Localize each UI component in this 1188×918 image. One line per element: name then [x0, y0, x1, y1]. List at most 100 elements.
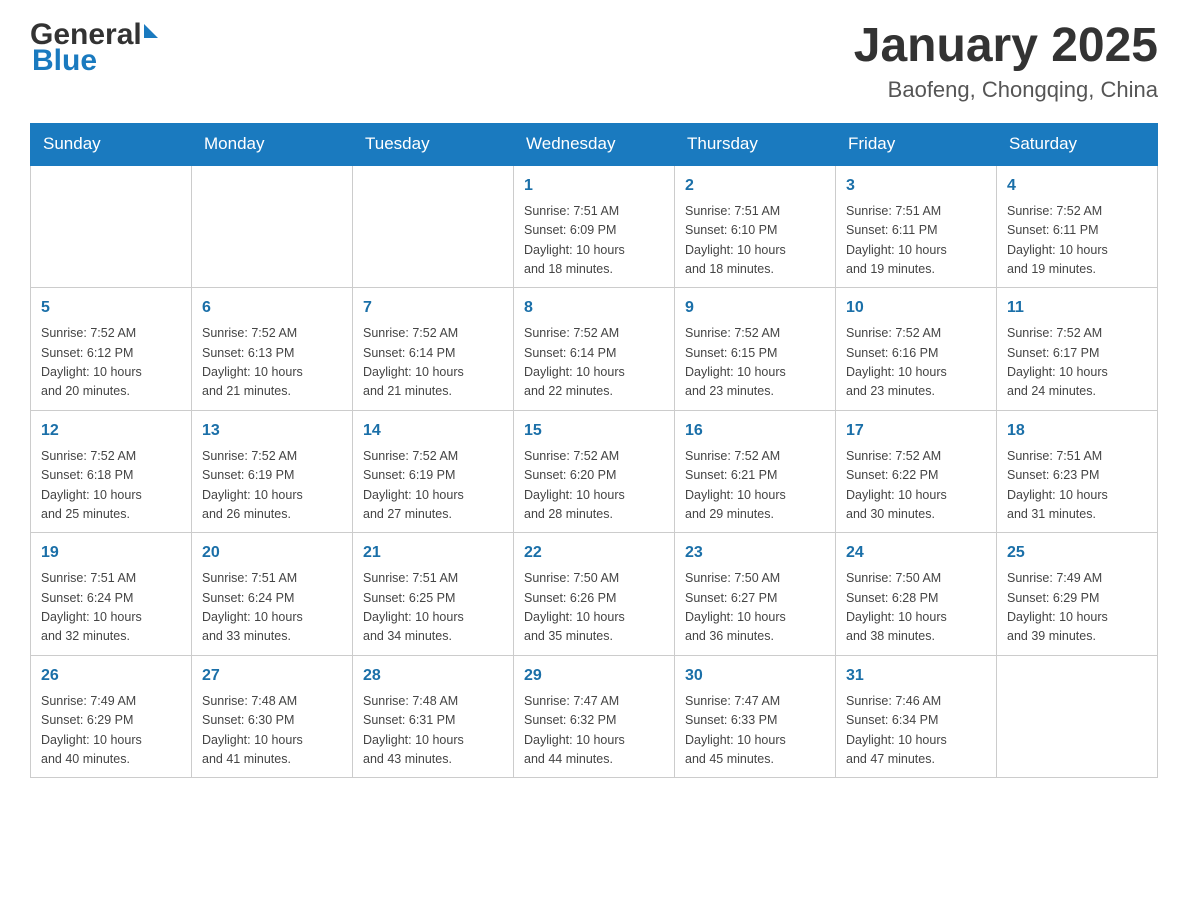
day-number: 7 — [363, 296, 503, 320]
day-sun-info: Sunrise: 7:47 AM Sunset: 6:32 PM Dayligh… — [524, 692, 664, 770]
day-number: 12 — [41, 419, 181, 443]
day-number: 15 — [524, 419, 664, 443]
day-number: 25 — [1007, 541, 1147, 565]
calendar-day-cell: 4 Sunrise: 7:52 AM Sunset: 6:11 PM Daylig… — [997, 165, 1158, 288]
day-number: 8 — [524, 296, 664, 320]
calendar-day-cell: 11 Sunrise: 7:52 AM Sunset: 6:17 PM Dayli… — [997, 288, 1158, 411]
calendar-day-cell: 18Sunrise: 7:51 AM Sunset: 6:23 PM Dayli… — [997, 410, 1158, 533]
calendar-day-cell: 5Sunrise: 7:52 AM Sunset: 6:12 PM Daylig… — [31, 288, 192, 411]
day-sun-info: Sunrise: 7:52 AM Sunset: 6:21 PM Dayligh… — [685, 447, 825, 525]
day-of-week-header: Tuesday — [353, 123, 514, 165]
calendar-day-cell: 9 Sunrise: 7:52 AM Sunset: 6:15 PM Daylig… — [675, 288, 836, 411]
day-number: 19 — [41, 541, 181, 565]
calendar-day-cell: 2Sunrise: 7:51 AM Sunset: 6:10 PM Daylig… — [675, 165, 836, 288]
day-sun-info: Sunrise: 7:52 AM Sunset: 6:14 PM Dayligh… — [363, 324, 503, 402]
day-number: 11 — [1007, 296, 1147, 320]
logo-arrow-icon — [144, 24, 158, 38]
day-number: 31 — [846, 664, 986, 688]
day-number: 30 — [685, 664, 825, 688]
day-sun-info: Sunrise: 7:52 AM Sunset: 6:19 PM Dayligh… — [363, 447, 503, 525]
calendar-day-cell — [353, 165, 514, 288]
day-number: 21 — [363, 541, 503, 565]
calendar-week-row: 19 Sunrise: 7:51 AM Sunset: 6:24 PM Dayli… — [31, 533, 1158, 656]
day-number: 18 — [1007, 419, 1147, 443]
day-number: 10 — [846, 296, 986, 320]
calendar-day-cell: 19Sunrise: 7:51 AM Sunset: 6:24 PM Dayli… — [31, 533, 192, 656]
day-sun-info: Sunrise: 7:52 AM Sunset: 6:12 PM Dayligh… — [41, 324, 181, 402]
day-sun-info: Sunrise: 7:48 AM Sunset: 6:30 PM Dayligh… — [202, 692, 342, 770]
calendar-day-cell: 31 Sunrise: 7:46 AM Sunset: 6:34 PM Dayli… — [836, 655, 997, 778]
calendar-day-cell: 7 Sunrise: 7:52 AM Sunset: 6:14 PM Daylig… — [353, 288, 514, 411]
calendar-day-cell: 29 Sunrise: 7:47 AM Sunset: 6:32 PM Dayli… — [514, 655, 675, 778]
day-sun-info: Sunrise: 7:49 AM Sunset: 6:29 PM Dayligh… — [1007, 569, 1147, 647]
day-number: 13 — [202, 419, 342, 443]
day-number: 9 — [685, 296, 825, 320]
day-number: 1 — [524, 174, 664, 198]
day-sun-info: Sunrise: 7:47 AM Sunset: 6:33 PM Dayligh… — [685, 692, 825, 770]
day-of-week-header: Wednesday — [514, 123, 675, 165]
day-number: 20 — [202, 541, 342, 565]
day-number: 17 — [846, 419, 986, 443]
day-number: 24 — [846, 541, 986, 565]
day-sun-info: Sunrise: 7:52 AM Sunset: 6:20 PM Dayligh… — [524, 447, 664, 525]
calendar-day-cell: 10Sunrise: 7:52 AM Sunset: 6:16 PM Dayli… — [836, 288, 997, 411]
day-sun-info: Sunrise: 7:52 AM Sunset: 6:11 PM Dayligh… — [1007, 202, 1147, 280]
day-of-week-header: Thursday — [675, 123, 836, 165]
day-sun-info: Sunrise: 7:52 AM Sunset: 6:15 PM Dayligh… — [685, 324, 825, 402]
calendar-day-cell: 15 Sunrise: 7:52 AM Sunset: 6:20 PM Dayli… — [514, 410, 675, 533]
calendar-day-cell: 24Sunrise: 7:50 AM Sunset: 6:28 PM Dayli… — [836, 533, 997, 656]
day-sun-info: Sunrise: 7:51 AM Sunset: 6:10 PM Dayligh… — [685, 202, 825, 280]
day-sun-info: Sunrise: 7:52 AM Sunset: 6:14 PM Dayligh… — [524, 324, 664, 402]
title-block: January 2025 Baofeng, Chongqing, China — [854, 20, 1158, 103]
calendar-day-cell: 13Sunrise: 7:52 AM Sunset: 6:19 PM Dayli… — [192, 410, 353, 533]
page-header: General Blue January 2025 Baofeng, Chong… — [30, 20, 1158, 103]
day-sun-info: Sunrise: 7:46 AM Sunset: 6:34 PM Dayligh… — [846, 692, 986, 770]
day-number: 16 — [685, 419, 825, 443]
calendar-day-cell — [997, 655, 1158, 778]
day-number: 29 — [524, 664, 664, 688]
calendar-day-cell: 27 Sunrise: 7:48 AM Sunset: 6:30 PM Dayli… — [192, 655, 353, 778]
day-of-week-header: Saturday — [997, 123, 1158, 165]
calendar-week-row: 12 Sunrise: 7:52 AM Sunset: 6:18 PM Dayli… — [31, 410, 1158, 533]
day-number: 26 — [41, 664, 181, 688]
calendar-day-cell: 6Sunrise: 7:52 AM Sunset: 6:13 PM Daylig… — [192, 288, 353, 411]
calendar-week-row: 5Sunrise: 7:52 AM Sunset: 6:12 PM Daylig… — [31, 288, 1158, 411]
calendar-week-row: 1Sunrise: 7:51 AM Sunset: 6:09 PM Daylig… — [31, 165, 1158, 288]
calendar-day-cell: 28Sunrise: 7:48 AM Sunset: 6:31 PM Dayli… — [353, 655, 514, 778]
day-sun-info: Sunrise: 7:51 AM Sunset: 6:24 PM Dayligh… — [202, 569, 342, 647]
calendar-day-cell: 26 Sunrise: 7:49 AM Sunset: 6:29 PM Dayli… — [31, 655, 192, 778]
calendar-day-cell — [192, 165, 353, 288]
logo-blue-text: Blue — [32, 46, 97, 76]
calendar-week-row: 26 Sunrise: 7:49 AM Sunset: 6:29 PM Dayli… — [31, 655, 1158, 778]
day-number: 22 — [524, 541, 664, 565]
day-of-week-header: Monday — [192, 123, 353, 165]
day-sun-info: Sunrise: 7:52 AM Sunset: 6:17 PM Dayligh… — [1007, 324, 1147, 402]
calendar-day-cell: 12 Sunrise: 7:52 AM Sunset: 6:18 PM Dayli… — [31, 410, 192, 533]
logo: General Blue — [30, 20, 158, 76]
day-sun-info: Sunrise: 7:49 AM Sunset: 6:29 PM Dayligh… — [41, 692, 181, 770]
day-number: 23 — [685, 541, 825, 565]
calendar-day-cell: 22 Sunrise: 7:50 AM Sunset: 6:26 PM Dayli… — [514, 533, 675, 656]
day-of-week-header: Sunday — [31, 123, 192, 165]
calendar-day-cell: 14Sunrise: 7:52 AM Sunset: 6:19 PM Dayli… — [353, 410, 514, 533]
calendar-day-cell: 20 Sunrise: 7:51 AM Sunset: 6:24 PM Dayli… — [192, 533, 353, 656]
location-subtitle: Baofeng, Chongqing, China — [854, 77, 1158, 103]
calendar-day-cell: 3 Sunrise: 7:51 AM Sunset: 6:11 PM Daylig… — [836, 165, 997, 288]
day-number: 27 — [202, 664, 342, 688]
day-number: 4 — [1007, 174, 1147, 198]
day-sun-info: Sunrise: 7:52 AM Sunset: 6:18 PM Dayligh… — [41, 447, 181, 525]
day-sun-info: Sunrise: 7:52 AM Sunset: 6:22 PM Dayligh… — [846, 447, 986, 525]
day-sun-info: Sunrise: 7:50 AM Sunset: 6:26 PM Dayligh… — [524, 569, 664, 647]
calendar-day-cell — [31, 165, 192, 288]
day-sun-info: Sunrise: 7:51 AM Sunset: 6:25 PM Dayligh… — [363, 569, 503, 647]
day-number: 3 — [846, 174, 986, 198]
month-year-title: January 2025 — [854, 20, 1158, 73]
calendar-day-cell: 17 Sunrise: 7:52 AM Sunset: 6:22 PM Dayli… — [836, 410, 997, 533]
calendar-header-row: SundayMondayTuesdayWednesdayThursdayFrid… — [31, 123, 1158, 165]
day-sun-info: Sunrise: 7:51 AM Sunset: 6:11 PM Dayligh… — [846, 202, 986, 280]
calendar-day-cell: 23 Sunrise: 7:50 AM Sunset: 6:27 PM Dayli… — [675, 533, 836, 656]
calendar-table: SundayMondayTuesdayWednesdayThursdayFrid… — [30, 123, 1158, 779]
calendar-day-cell: 16 Sunrise: 7:52 AM Sunset: 6:21 PM Dayli… — [675, 410, 836, 533]
calendar-day-cell: 25 Sunrise: 7:49 AM Sunset: 6:29 PM Dayli… — [997, 533, 1158, 656]
day-sun-info: Sunrise: 7:50 AM Sunset: 6:27 PM Dayligh… — [685, 569, 825, 647]
